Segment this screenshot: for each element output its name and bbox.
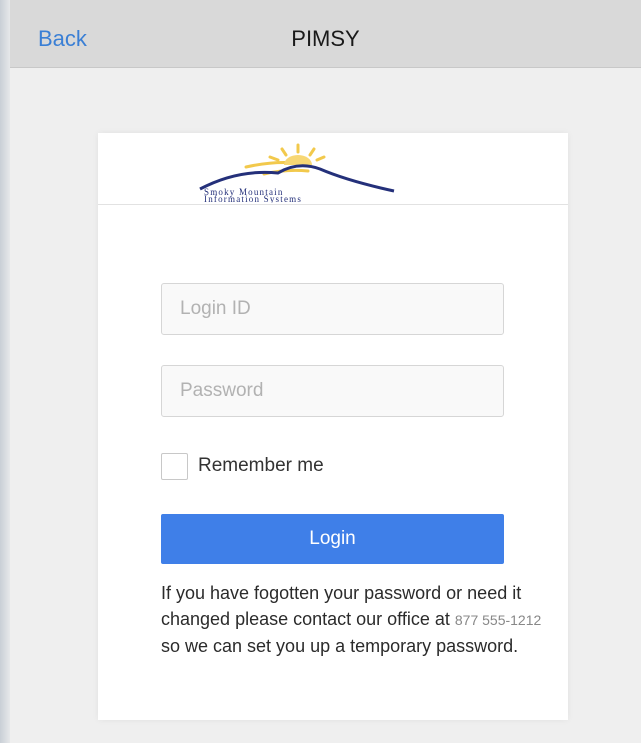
password-help-text: If you have fogotten your password or ne…: [161, 580, 556, 659]
office-phone: 877 555-1212: [454, 612, 542, 628]
app-window: Back PIMSY Smoky Mountain Information Sy…: [0, 0, 641, 743]
remember-me-toggle[interactable]: Remember me: [161, 450, 324, 482]
page-title: PIMSY: [291, 26, 360, 51]
login-button[interactable]: Login: [161, 514, 504, 564]
remember-me-checkbox[interactable]: [161, 452, 188, 480]
company-logo: Smoky Mountain Information Systems: [199, 143, 395, 203]
logo-text-line2: Information Systems: [204, 194, 302, 203]
main-content: Smoky Mountain Information Systems Remem…: [10, 68, 641, 743]
login-id-input[interactable]: [161, 283, 504, 335]
remember-me-label: Remember me: [198, 455, 324, 476]
help-text-outro: so we can set you up a temporary passwor…: [161, 636, 519, 656]
login-card: Smoky Mountain Information Systems Remem…: [98, 133, 568, 720]
window-edge: [0, 0, 10, 743]
password-input[interactable]: [161, 365, 504, 417]
navigation-bar: Back PIMSY: [10, 0, 641, 68]
logo-header: Smoky Mountain Information Systems: [98, 133, 568, 205]
